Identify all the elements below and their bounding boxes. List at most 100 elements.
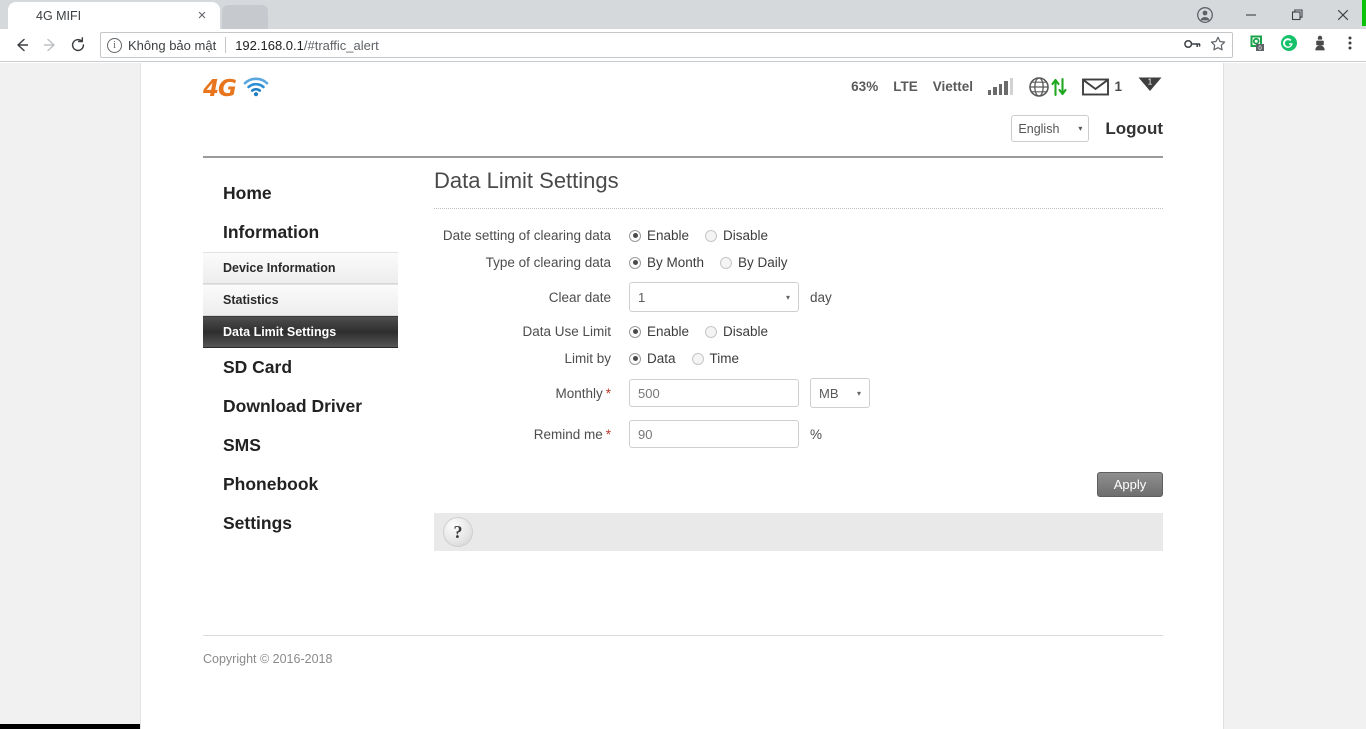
field-label: Clear date [548, 289, 611, 305]
radio-limit-by-time[interactable]: Time [691, 351, 740, 366]
radio-data-use-limit-disable[interactable]: Disable [705, 324, 768, 339]
radio-icon[interactable] [705, 325, 718, 338]
radio-label: By Daily [738, 255, 788, 270]
monthly-input[interactable]: 500 [629, 379, 799, 407]
page-body: Home Information Device Information Stat… [203, 156, 1163, 559]
sidebar-item-information[interactable]: Information [203, 213, 398, 252]
sms-indicator: 1 [1082, 77, 1122, 96]
help-icon[interactable]: ? [443, 517, 473, 547]
main-content: Data Limit Settings Date setting of clea… [398, 168, 1163, 559]
radio-icon[interactable] [705, 229, 718, 242]
minimize-button[interactable] [1228, 0, 1274, 29]
profile-avatar-icon[interactable] [1182, 0, 1228, 29]
network-type: LTE [893, 79, 918, 94]
date-setting-radios: Enable Disable [629, 228, 768, 243]
radio-limit-by-data[interactable]: Data [629, 351, 676, 366]
radio-icon[interactable] [691, 352, 704, 365]
monthly-unit-value: MB [819, 385, 839, 401]
field-type-clearing: Type of clearing data By Month By Daily [434, 255, 1163, 270]
sidebar-item-sd-card[interactable]: SD Card [203, 348, 398, 387]
sidebar-nav: Home Information Device Information Stat… [203, 168, 398, 559]
sidebar-item-settings[interactable]: Settings [203, 504, 398, 543]
radio-icon[interactable] [720, 256, 733, 269]
reload-icon[interactable] [64, 31, 92, 59]
monthly-control: 500 MB ▾ [629, 378, 870, 408]
radio-date-setting-enable[interactable]: Enable [629, 228, 689, 243]
new-tab-button[interactable] [222, 5, 268, 29]
page-container: 4G 63% LTE Viettel 1 1 English ▾ Logout … [141, 63, 1225, 666]
extension-badge-icon[interactable]: 0 [1249, 34, 1267, 57]
radio-type-by-daily[interactable]: By Daily [720, 255, 788, 270]
radio-label: Data [647, 351, 676, 366]
bookmark-star-icon[interactable] [1210, 36, 1226, 55]
logout-button[interactable]: Logout [1105, 119, 1163, 139]
window-edge-accent [1362, 0, 1366, 26]
close-window-button[interactable] [1320, 0, 1366, 29]
monthly-value: 500 [638, 385, 660, 401]
url-host: 192.168.0.1 [235, 37, 304, 53]
radio-icon[interactable] [629, 229, 641, 242]
browser-tab[interactable]: 4G MIFI × [8, 2, 220, 29]
router-admin-page: 4G 63% LTE Viettel 1 1 English ▾ Logout … [140, 63, 1224, 729]
monthly-unit-select[interactable]: MB ▾ [810, 378, 870, 408]
copyright-text: Copyright © 2016-2018 [203, 652, 333, 666]
sidebar-item-download-driver[interactable]: Download Driver [203, 387, 398, 426]
adblock-icon[interactable] [1311, 34, 1329, 57]
radio-data-use-limit-enable[interactable]: Enable [629, 324, 689, 339]
language-value: English [1018, 121, 1060, 136]
key-icon[interactable] [1184, 37, 1201, 54]
required-marker: * [605, 426, 611, 442]
radio-icon[interactable] [629, 352, 641, 365]
radio-label: By Month [647, 255, 705, 270]
field-remind-me: Remind me * 90 % [434, 420, 1163, 448]
sidebar-item-home[interactable]: Home [203, 174, 398, 213]
sidebar-item-statistics[interactable]: Statistics [203, 284, 398, 316]
battery-percent: 63% [851, 79, 879, 94]
chevron-down-icon: ▾ [856, 388, 861, 398]
field-label: Data Use Limit [522, 324, 611, 339]
sidebar-item-phonebook[interactable]: Phonebook [203, 465, 398, 504]
brand-logo: 4G [203, 76, 269, 102]
sidebar-item-device-information[interactable]: Device Information [203, 252, 398, 284]
radio-label: Time [709, 351, 740, 366]
language-select[interactable]: English ▾ [1011, 115, 1090, 142]
remind-me-value: 90 [638, 426, 653, 442]
address-bar[interactable]: i Không bảo mật 192.168.0.1/#traffic_ale… [100, 32, 1233, 58]
network-traffic-icon [1028, 76, 1068, 98]
apply-button[interactable]: Apply [1097, 472, 1163, 497]
radio-icon[interactable] [629, 256, 641, 269]
maximize-button[interactable] [1274, 0, 1320, 29]
help-bar: ? [434, 513, 1163, 551]
clear-date-select[interactable]: 1 ▾ [629, 282, 799, 312]
radio-type-by-month[interactable]: By Month [629, 255, 704, 270]
page-footer: Copyright © 2016-2018 [141, 635, 1225, 666]
type-clearing-radios: By Month By Daily [629, 255, 788, 270]
extension-icons: 0 [1241, 34, 1358, 57]
bottom-accent-bar [0, 724, 140, 729]
remind-me-input[interactable]: 90 [629, 420, 799, 448]
omnibox-actions [1184, 36, 1226, 55]
radio-date-setting-disable[interactable]: Disable [705, 228, 768, 243]
grammarly-icon[interactable] [1280, 34, 1298, 57]
omnibox-divider [225, 37, 227, 53]
forward-icon[interactable] [36, 31, 64, 59]
tab-title: 4G MIFI [36, 8, 82, 23]
svg-text:1: 1 [1148, 78, 1153, 87]
close-icon[interactable]: × [194, 8, 210, 24]
sidebar-item-sms[interactable]: SMS [203, 426, 398, 465]
back-icon[interactable] [8, 31, 36, 59]
radio-label: Enable [647, 228, 690, 243]
header-actions: English ▾ Logout [1011, 115, 1163, 142]
sidebar-item-data-limit-settings[interactable]: Data Limit Settings [203, 316, 398, 348]
sms-count: 1 [1114, 79, 1122, 94]
required-marker: * [605, 385, 611, 401]
url-text: 192.168.0.1/#traffic_alert [235, 38, 379, 53]
field-label: Remind me * [434, 427, 629, 442]
remind-me-control: 90 % [629, 420, 822, 448]
chevron-down-icon: ▾ [785, 292, 790, 302]
status-indicators: 63% LTE Viettel 1 1 [851, 74, 1163, 99]
title-divider [434, 208, 1163, 209]
radio-icon[interactable] [629, 325, 641, 338]
browser-menu-icon[interactable] [1342, 35, 1358, 56]
info-icon[interactable]: i [107, 37, 122, 53]
